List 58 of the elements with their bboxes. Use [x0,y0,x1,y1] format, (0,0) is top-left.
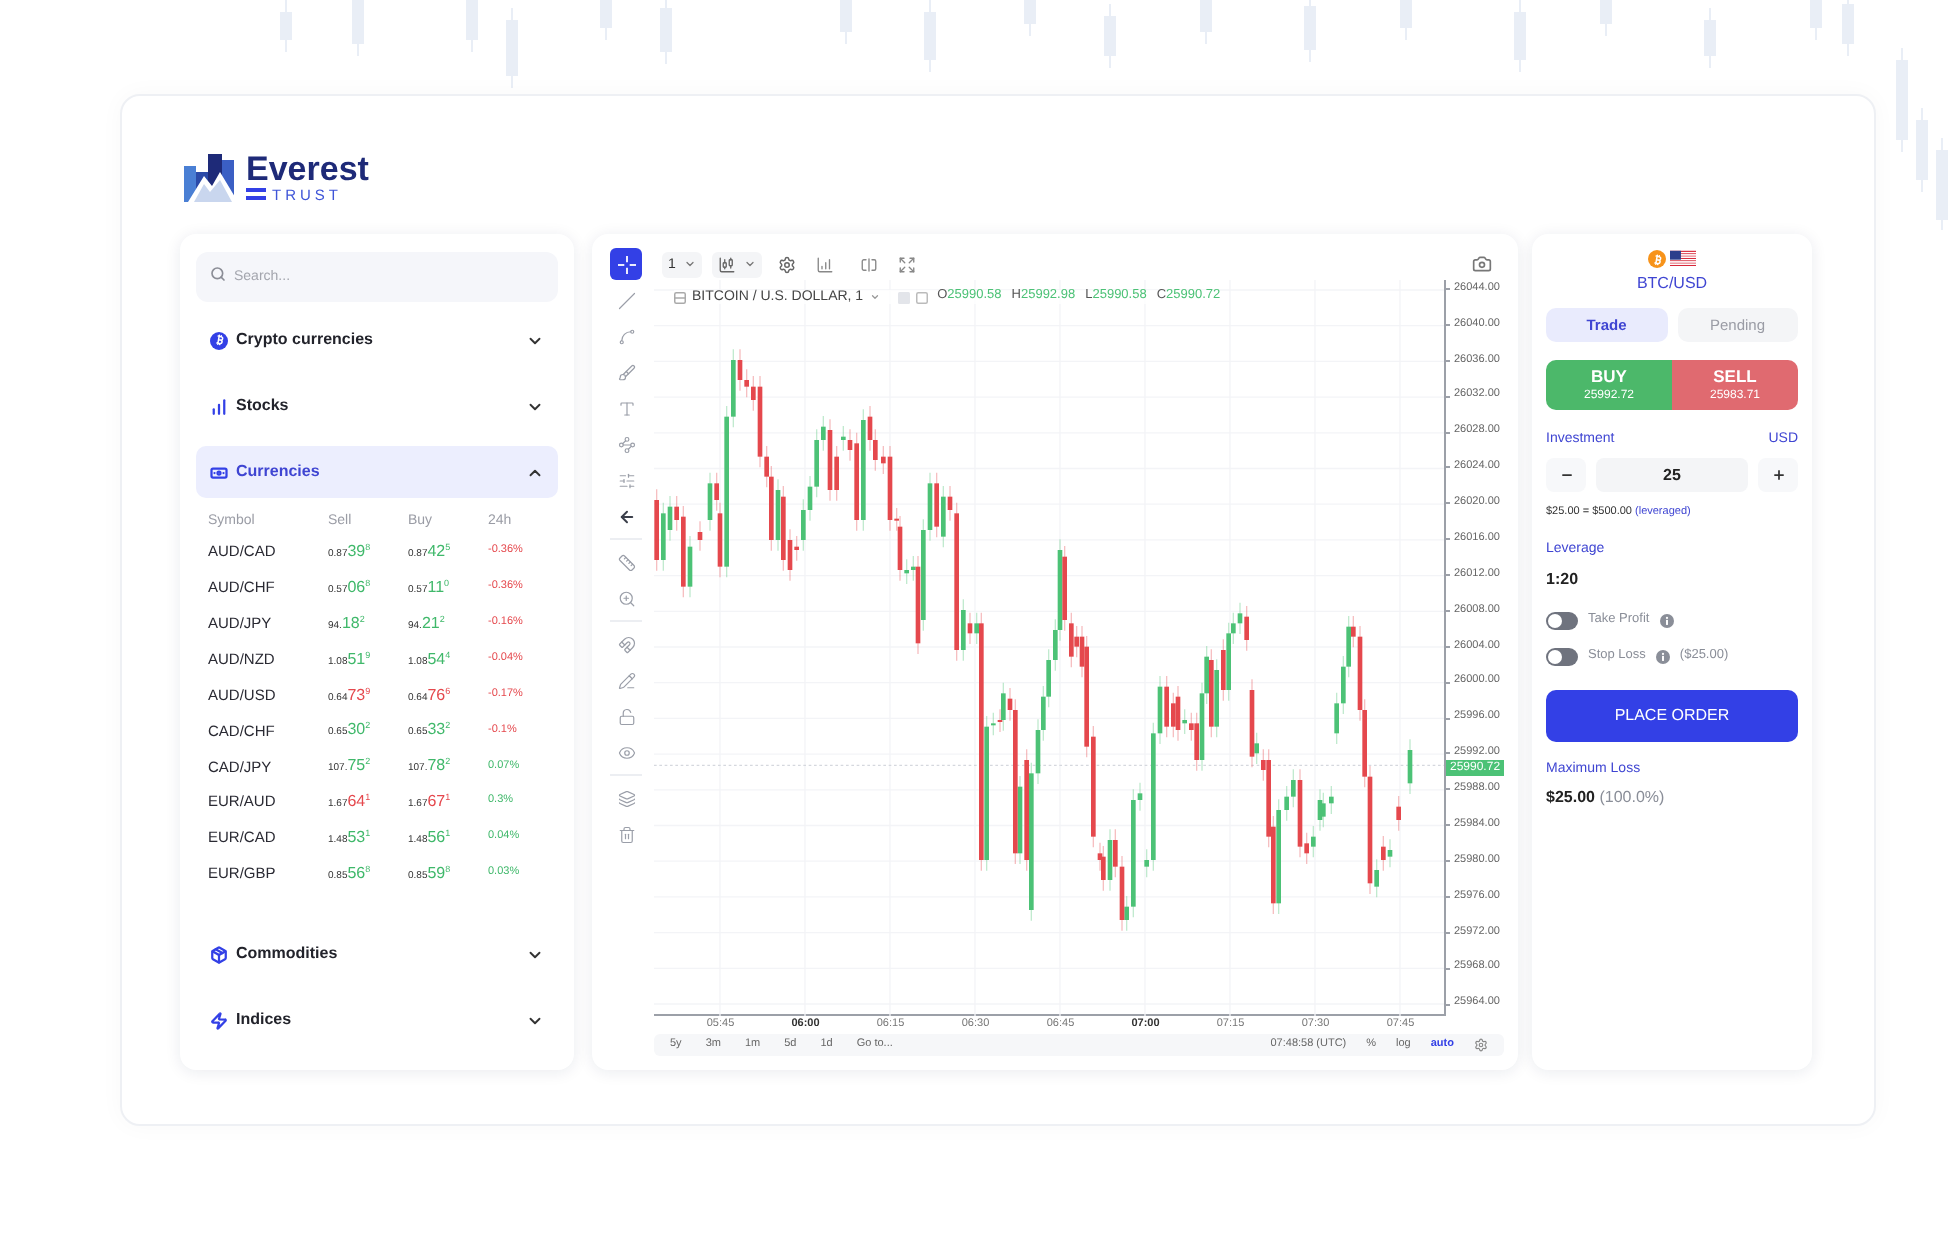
pencil-icon [617,671,635,689]
place-order-button[interactable]: PLACE ORDER [1546,690,1798,742]
search-icon [210,265,226,281]
text-tool-icon [617,399,635,417]
investment-input[interactable]: 25 [1596,458,1748,492]
brand-name: Everest [246,151,369,185]
toggle-switch[interactable] [1546,611,1578,629]
increase-button[interactable] [1758,458,1798,492]
drawing-tool-button[interactable] [610,248,642,280]
left-arrow-icon [617,507,635,525]
brush-icon [617,363,635,381]
square-icon[interactable] [674,291,686,303]
chevron-down-icon [743,258,756,270]
info-icon[interactable] [1655,649,1670,663]
settings-icon[interactable] [1474,1038,1488,1052]
magnet-icon [617,635,635,653]
waypoints-icon [617,435,635,453]
open-padlock-icon [617,707,635,725]
category-toggle[interactable]: Indices [196,994,558,1046]
info-icon[interactable] [1659,613,1674,627]
chevron-down-icon[interactable] [869,292,880,302]
ruler-icon [617,553,635,571]
category-toggle[interactable]: Crypto currencies [196,314,558,366]
flag-icon [1670,250,1696,268]
crosshair-icon [617,255,635,273]
settings-icon[interactable] [777,255,796,273]
category-toggle[interactable]: Stocks [196,380,558,432]
package-icon [210,945,228,963]
leverage-value: 1:20 [1546,570,1581,588]
bar-chart-icon [210,397,228,415]
toggle-switch[interactable] [1546,647,1578,665]
banknote-icon [210,463,228,481]
curve-icon [617,327,635,345]
max-loss-value: $25.00 (100.0%) [1546,788,1667,806]
expand-icon[interactable] [897,255,916,273]
split-square-icon[interactable] [859,255,878,273]
mountain-logo-icon [184,153,240,201]
zoom-in-icon [617,589,635,607]
category-toggle[interactable]: Commodities [196,928,558,980]
chevron-down-icon [683,258,696,270]
camera-icon[interactable] [1472,254,1492,274]
lightning-icon [210,1011,228,1029]
pair-title: BTC/USD [1636,274,1708,294]
diagonal-line-icon [617,291,635,309]
layers-icon [617,789,635,807]
candlestick-icon [717,255,736,273]
bitcoin-icon [1648,250,1666,268]
bar-chart-icon[interactable] [815,255,834,273]
category-toggle[interactable]: Currencies [196,446,558,498]
bitcoin-icon [210,331,228,349]
trash-icon [617,825,635,843]
eye-icon [617,743,635,761]
plus-icon [1771,468,1785,482]
double-bar-icon [246,188,266,200]
minus-icon [1559,468,1573,482]
chart-type-select[interactable] [711,251,762,277]
sliders-icon [617,471,635,489]
square-icon[interactable] [915,291,928,303]
